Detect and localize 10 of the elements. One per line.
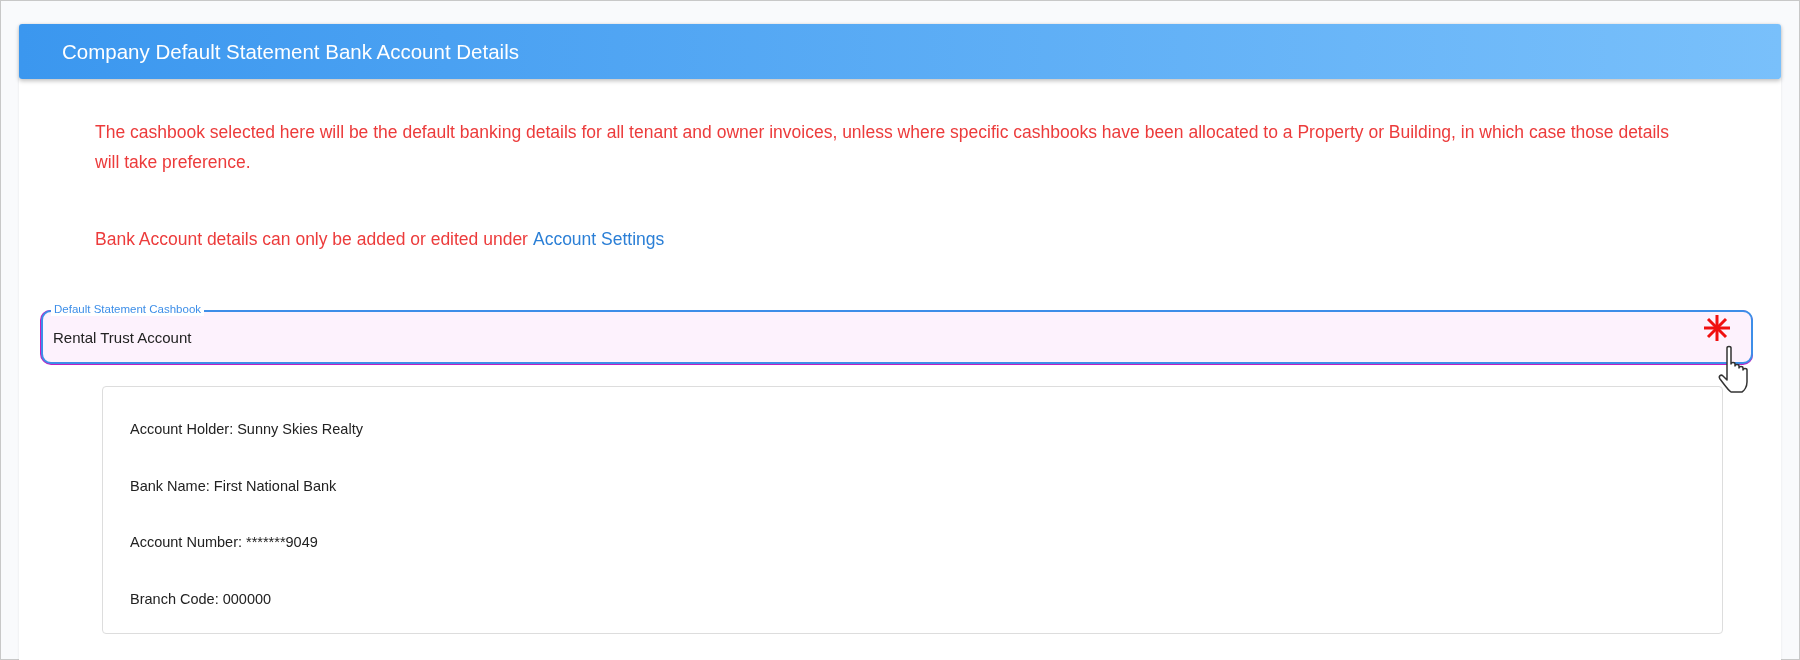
select-value: Rental Trust Account [53,328,192,346]
detail-text: Account Holder: Sunny Skies Realty [130,421,363,438]
detail-text: Bank Name: First National Bank [130,477,337,494]
notice-text: The cashbook selected here will be the default banking details for all tenant and owner invoices, unless where specific cashbooks have been allocated to a Property or Building, in which case those details will take preference. [95,121,1670,174]
account-settings-link[interactable]: Account Settings [532,229,665,250]
panel-title: Company Default Statement Bank Account Details [62,39,519,64]
settings-note: Bank Account details can only be added or edited under [95,229,528,250]
detail-text: Account Number: *******9049 [130,534,318,551]
field-label: Default Statement Cashbook [51,302,205,316]
detail-text: Branch Code: 000000 [130,590,272,607]
